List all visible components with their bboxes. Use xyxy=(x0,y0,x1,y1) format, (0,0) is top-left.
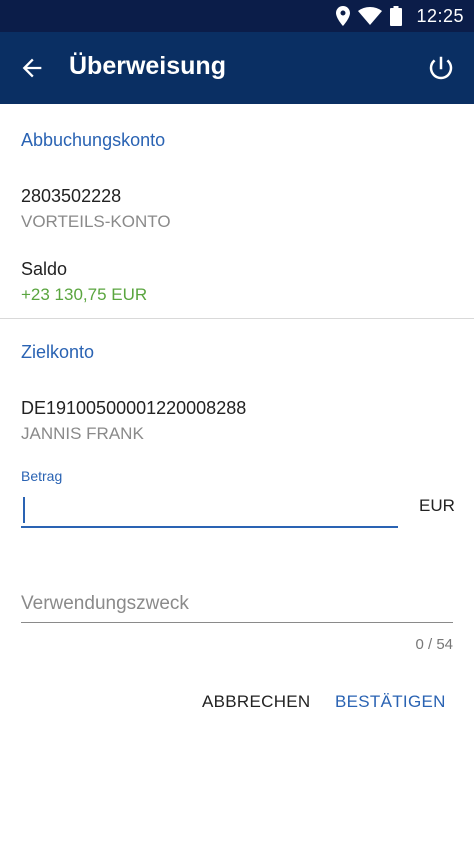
debit-account-section-title: Abbuchungskonto xyxy=(21,130,166,150)
location-icon xyxy=(336,6,351,26)
confirm-button[interactable]: BESTÄTIGEN xyxy=(329,688,452,716)
page-title: Überweisung xyxy=(69,52,226,80)
debit-account-name: VORTEILS-KONTO xyxy=(21,212,171,231)
debit-account-number: 2803502228 xyxy=(21,186,122,206)
status-time: 12:25 xyxy=(416,5,464,26)
power-icon[interactable] xyxy=(426,53,456,83)
cancel-button[interactable]: ABBRECHEN xyxy=(196,688,317,716)
balance-label: Saldo xyxy=(21,259,68,279)
section-divider xyxy=(0,318,474,319)
battery-icon xyxy=(390,6,403,26)
wifi-icon xyxy=(358,7,383,25)
target-account-holder: JANNIS FRANK xyxy=(21,424,144,443)
status-bar: 12:25 xyxy=(0,0,474,32)
amount-currency: EUR xyxy=(419,496,455,515)
text-cursor xyxy=(23,497,25,523)
balance-value: +23 130,75 EUR xyxy=(21,285,148,304)
amount-label: Betrag xyxy=(21,468,63,484)
purpose-char-counter: 0 / 54 xyxy=(415,636,453,653)
target-account-section-title: Zielkonto xyxy=(21,342,95,362)
target-account-iban: DE19100500001220008288 xyxy=(21,398,247,418)
purpose-input[interactable] xyxy=(21,585,453,623)
arrow-left-icon[interactable] xyxy=(18,54,46,82)
app-bar: Überweisung xyxy=(0,32,474,104)
amount-input[interactable] xyxy=(21,492,398,528)
